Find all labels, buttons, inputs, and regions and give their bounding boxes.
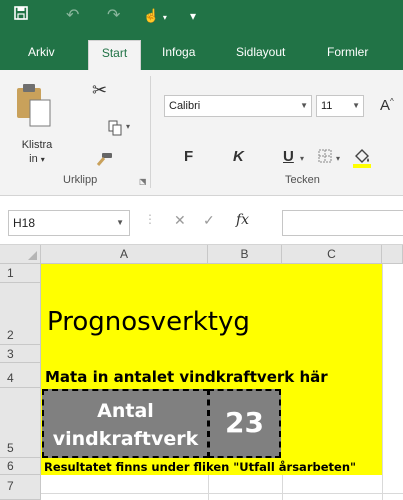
format-painter-icon[interactable] <box>96 152 114 171</box>
name-box[interactable]: H18 ▼ <box>8 210 130 236</box>
name-box-value: H18 <box>13 216 36 230</box>
insert-function-icon[interactable]: fx <box>236 212 249 228</box>
borders-icon[interactable] <box>318 149 332 168</box>
chevron-down-icon: ▼ <box>352 101 360 110</box>
gridline <box>382 264 383 500</box>
formula-bar: H18 ▼ ⋮ ✕ ✓ fx <box>0 196 403 245</box>
underline-button[interactable]: U <box>283 148 294 165</box>
column-header-d[interactable] <box>382 245 403 264</box>
ribbon: Klistra in ▾ ✂ ▾ Urklipp ⬔ Calibri ▼ 11 … <box>0 70 403 196</box>
clipboard-launcher-icon[interactable]: ⬔ <box>139 177 147 186</box>
tab-start[interactable]: Start <box>88 40 141 70</box>
enter-icon[interactable]: ✓ <box>203 212 215 229</box>
cut-icon[interactable]: ✂ <box>92 80 107 101</box>
paste-icon <box>17 84 51 127</box>
underline-dropdown-icon[interactable]: ▾ <box>300 154 304 163</box>
fill-color-icon[interactable] <box>352 146 372 173</box>
column-header-c[interactable]: C <box>282 245 382 264</box>
cancel-icon[interactable]: ✕ <box>174 212 186 229</box>
formula-input[interactable] <box>282 210 403 236</box>
ribbon-tabs: Arkiv Start Infoga Sidlayout Formler <box>0 33 403 70</box>
chevron-down-icon: ▼ <box>116 218 124 227</box>
paste-button[interactable]: Klistra in ▾ <box>14 82 60 182</box>
cell-a5-label[interactable]: Antal vindkraftverk <box>42 389 209 458</box>
formula-bar-grip-icon: ⋮ <box>144 212 156 226</box>
copy-dropdown-icon[interactable]: ▾ <box>126 122 130 131</box>
gridline <box>41 493 403 494</box>
bold-button[interactable]: F <box>184 148 193 165</box>
clipboard-group-label: Urklipp <box>63 174 98 186</box>
row-header-2[interactable]: 2 <box>0 283 41 345</box>
group-separator <box>150 76 151 188</box>
redo-icon[interactable]: ↷ <box>107 5 120 27</box>
font-size-value: 11 <box>321 100 333 112</box>
tab-infoga[interactable]: Infoga <box>162 42 195 70</box>
chevron-down-icon: ▼ <box>300 101 308 110</box>
row-header-5[interactable]: 5 <box>0 388 41 458</box>
row-header-4[interactable]: 4 <box>0 363 41 388</box>
column-header-a[interactable]: A <box>41 245 208 264</box>
touch-mode-icon[interactable]: ☝ ▾ <box>143 5 167 29</box>
row-header-7[interactable]: 7 <box>0 475 41 500</box>
tab-sidlayout[interactable]: Sidlayout <box>236 42 285 70</box>
title-bar: ↶ ↷ ☝ ▾ ▾ <box>0 0 403 33</box>
row-header-1[interactable]: 1 <box>0 264 41 283</box>
font-name-value: Calibri <box>169 100 201 112</box>
column-header-b[interactable]: B <box>208 245 282 264</box>
worksheet-grid[interactable]: A B C 1 2 3 4 5 6 7 Prognosverktyg Mata … <box>0 245 403 500</box>
borders-dropdown-icon[interactable]: ▾ <box>336 154 340 163</box>
customize-qat-icon[interactable]: ▾ <box>190 5 196 27</box>
tab-formler[interactable]: Formler <box>327 42 368 70</box>
increase-font-icon[interactable]: A^ <box>380 97 394 114</box>
cell-a5-line1: Antal <box>97 400 154 422</box>
font-name-combo[interactable]: Calibri ▼ <box>164 95 312 117</box>
gridline <box>208 475 209 500</box>
font-group-label: Tecken <box>285 174 320 186</box>
cell-a4-instruction[interactable]: Mata in antalet vindkraftverk här <box>45 368 328 386</box>
cell-a6-note[interactable]: Resultatet finns under fliken "Utfall år… <box>44 460 356 474</box>
italic-button[interactable]: K <box>233 148 244 165</box>
row-header-6[interactable]: 6 <box>0 458 41 475</box>
tab-arkiv[interactable]: Arkiv <box>28 42 55 70</box>
undo-icon[interactable]: ↶ <box>66 5 79 27</box>
paste-label: Klistra <box>21 139 53 151</box>
row-header-3[interactable]: 3 <box>0 345 41 363</box>
font-size-combo[interactable]: 11 ▼ <box>316 95 364 117</box>
select-all-button[interactable] <box>0 245 41 264</box>
save-icon[interactable] <box>14 5 28 27</box>
cell-a5-line2: vindkraftverk <box>52 428 199 450</box>
cell-b5-input[interactable]: 23 <box>208 389 281 458</box>
paste-sub-label: in <box>29 153 38 165</box>
paste-dropdown-icon: ▾ <box>40 155 45 164</box>
cell-a2-title[interactable]: Prognosverktyg <box>47 307 250 337</box>
copy-icon[interactable] <box>108 120 122 141</box>
gridline <box>282 475 283 500</box>
